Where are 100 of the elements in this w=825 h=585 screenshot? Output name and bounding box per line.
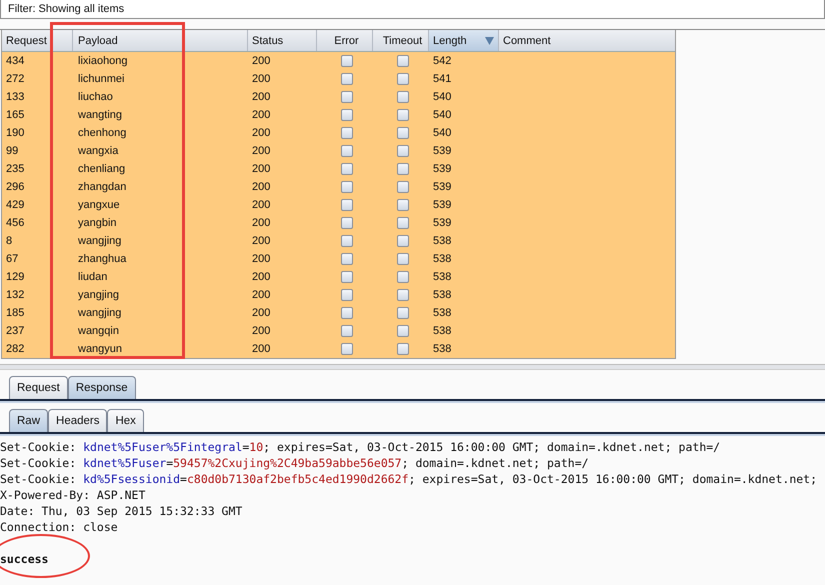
checkbox[interactable] (397, 199, 409, 211)
table-row[interactable]: 272 lichunmei 200 541 (2, 70, 675, 88)
checkbox[interactable] (341, 91, 353, 103)
table-cell-text: wangyun (77, 342, 124, 357)
table-cell-text: 133 (5, 90, 26, 105)
tab[interactable]: Headers (48, 409, 108, 432)
checkbox[interactable] (341, 343, 353, 355)
table-row[interactable]: 132 yangjing 200 538 (2, 286, 675, 304)
table-cell-text: 538 (432, 324, 452, 339)
checkbox[interactable] (341, 325, 353, 337)
table-cell-text: yangbin (77, 216, 118, 231)
table-row[interactable]: 165 wangting 200 540 (2, 106, 675, 124)
checkbox[interactable] (397, 235, 409, 247)
checkbox[interactable] (341, 307, 353, 319)
table-cell-text: chenliang (77, 162, 126, 177)
response-body: success (0, 551, 48, 567)
checkbox[interactable] (341, 163, 353, 175)
table-row[interactable]: 185 wangjing 200 538 (2, 304, 675, 322)
checkbox[interactable] (397, 73, 409, 85)
table-cell-text: lixiaohong (77, 54, 129, 69)
checkbox[interactable] (341, 55, 353, 67)
table-row[interactable]: 190 chenhong 200 540 (2, 124, 675, 142)
checkbox[interactable] (341, 217, 353, 229)
table-cell-text: wangting (77, 108, 124, 123)
table-row[interactable]: 129 liudan 200 538 (2, 268, 675, 286)
table-cell-text: 538 (432, 252, 452, 267)
table-cell-text: 200 (251, 90, 272, 105)
table-cell-text: 200 (251, 126, 272, 141)
table-row[interactable]: 434 lixiaohong 200 542 (2, 52, 675, 70)
checkbox[interactable] (397, 343, 409, 355)
table-cell-text: 541 (432, 72, 452, 87)
checkbox[interactable] (341, 127, 353, 139)
table-cell-text: 540 (432, 90, 452, 105)
checkbox[interactable] (397, 289, 409, 301)
checkbox[interactable] (341, 199, 353, 211)
table-row[interactable]: 67 zhanghua 200 538 (2, 250, 675, 268)
table-row[interactable]: 456 yangbin 200 539 (2, 214, 675, 232)
table-cell-text: lichunmei (77, 72, 126, 87)
table-row[interactable]: 99 wangxia 200 539 (2, 142, 675, 160)
table-cell-text: 542 (432, 54, 452, 69)
checkbox[interactable] (397, 109, 409, 121)
table-row[interactable]: 282 wangyun 200 538 (2, 340, 675, 358)
tab[interactable]: Raw (9, 409, 48, 432)
table-cell-text: zhanghua (77, 252, 128, 267)
checkbox[interactable] (341, 271, 353, 283)
table-cell-text: 539 (432, 162, 452, 177)
table-cell-text: wangjing (77, 234, 122, 249)
table-row[interactable]: 296 zhangdan 200 539 (2, 178, 675, 196)
response-header-line: Connection: close (0, 519, 118, 535)
table-cell-text: liuchao (77, 90, 114, 105)
checkbox[interactable] (397, 91, 409, 103)
checkbox[interactable] (397, 307, 409, 319)
table-cell-text: 539 (432, 216, 452, 231)
column-header[interactable]: Comment (499, 30, 675, 51)
table-cell-text: 282 (5, 342, 26, 357)
tab[interactable]: Hex (107, 409, 144, 432)
table-row[interactable]: 235 chenliang 200 539 (2, 160, 675, 178)
checkbox[interactable] (341, 253, 353, 265)
table-cell-text: 200 (251, 270, 272, 285)
checkbox[interactable] (397, 163, 409, 175)
checkbox[interactable] (397, 55, 409, 67)
checkbox[interactable] (341, 235, 353, 247)
checkbox[interactable] (341, 109, 353, 121)
table-cell-text: 200 (251, 288, 272, 303)
checkbox[interactable] (397, 127, 409, 139)
checkbox[interactable] (341, 289, 353, 301)
checkbox[interactable] (397, 181, 409, 193)
table-row[interactable]: 429 yangxue 200 539 (2, 196, 675, 214)
column-header[interactable]: Request (2, 30, 51, 51)
table-cell-text: 272 (5, 72, 26, 87)
table-cell-text: 538 (432, 270, 452, 285)
table-row[interactable]: 8 wangjing 200 538 (2, 232, 675, 250)
table-cell-text: 538 (432, 342, 452, 357)
checkbox[interactable] (341, 145, 353, 157)
table-cell-text: 8 (5, 234, 14, 249)
checkbox[interactable] (397, 145, 409, 157)
table-cell-text: 539 (432, 198, 452, 213)
table-row[interactable]: 133 liuchao 200 540 (2, 88, 675, 106)
response-header-line: X-Powered-By: ASP.NET (0, 487, 146, 503)
column-header[interactable]: Payload (73, 30, 248, 51)
checkbox[interactable] (397, 253, 409, 265)
table-cell-text: yangjing (77, 288, 120, 303)
table-cell-text: 429 (5, 198, 26, 213)
checkbox[interactable] (341, 181, 353, 193)
table-cell-text: 539 (432, 144, 452, 159)
tab[interactable]: Request (9, 376, 68, 399)
checkbox[interactable] (341, 73, 353, 85)
tab[interactable]: Response (68, 376, 136, 399)
column-header[interactable]: Length (429, 30, 499, 51)
table-cell-text: 200 (251, 342, 272, 357)
checkbox[interactable] (397, 271, 409, 283)
column-header[interactable]: Error (317, 30, 373, 51)
column-header[interactable]: Status (248, 30, 317, 51)
checkbox[interactable] (397, 217, 409, 229)
table-cell-text: 200 (251, 198, 272, 213)
table-cell-text: 538 (432, 234, 452, 249)
table-row[interactable]: 237 wangqin 200 538 (2, 322, 675, 340)
filter-bar[interactable]: Filter: Showing all items (0, 0, 825, 19)
checkbox[interactable] (397, 325, 409, 337)
table-cell-text: zhangdan (77, 180, 128, 195)
